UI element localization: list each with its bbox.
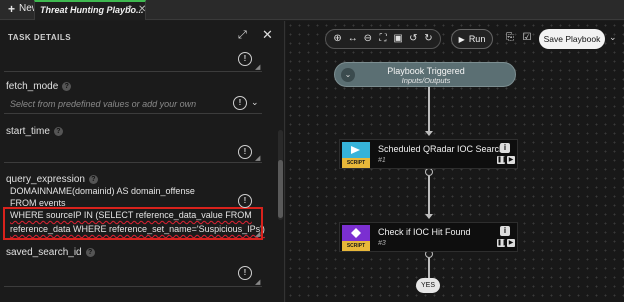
task-number: #1 bbox=[378, 157, 386, 164]
panel-title: TASK DETAILS bbox=[8, 33, 72, 42]
playbook-triggered-node[interactable]: ⌄ Playbook Triggered Inputs/Outputs bbox=[334, 62, 516, 87]
info-icon[interactable]: ! bbox=[238, 194, 252, 208]
help-icon[interactable]: ? bbox=[53, 127, 63, 136]
trigger-subtitle: Inputs/Outputs bbox=[401, 76, 451, 85]
task-title: Scheduled QRadar IOC Search bbox=[378, 144, 505, 154]
task-node[interactable]: SCRIPT Scheduled QRadar IOC Search #1 i … bbox=[339, 139, 518, 169]
highlight-annotation bbox=[3, 207, 263, 240]
redo-icon[interactable]: ↻ bbox=[422, 33, 434, 45]
save-playbook-button[interactable]: Save Playbook bbox=[539, 29, 605, 49]
checklist-icon[interactable]: ☑ bbox=[520, 30, 534, 46]
task-color-block bbox=[342, 225, 370, 241]
fit-width-icon[interactable]: ↔ bbox=[347, 33, 359, 45]
run-button[interactable]: ▶ Run bbox=[451, 29, 493, 49]
script-task-icon: SCRIPT bbox=[342, 142, 370, 168]
arrow-down-icon bbox=[425, 214, 433, 219]
tab-threat-hunting-playbook[interactable]: Threat Hunting Playbo... * ✕ bbox=[34, 0, 146, 20]
help-icon[interactable]: ? bbox=[85, 248, 95, 257]
previous-field-input[interactable] bbox=[4, 46, 262, 72]
scrollbar-thumb[interactable] bbox=[278, 160, 283, 218]
plus-icon: + bbox=[8, 1, 16, 16]
help-icon[interactable]: ? bbox=[88, 175, 98, 184]
fetch-mode-label: fetch_mode ? bbox=[6, 81, 72, 92]
connector-line bbox=[428, 87, 430, 131]
image-icon[interactable]: ▣ bbox=[392, 33, 404, 45]
info-icon[interactable]: ! bbox=[238, 266, 252, 280]
info-icon[interactable]: i bbox=[500, 143, 510, 153]
notes-icon[interactable]: ⎘ bbox=[503, 30, 517, 46]
chevron-down-icon[interactable]: ⌄ bbox=[251, 97, 259, 108]
info-icon[interactable]: i bbox=[500, 226, 510, 236]
zoom-in-icon[interactable]: ⊕ bbox=[332, 33, 344, 45]
task-title: Check if IOC Hit Found bbox=[378, 227, 471, 237]
info-icon[interactable]: ! bbox=[233, 96, 247, 110]
play-icon: ▶ bbox=[458, 34, 465, 44]
skip-icon[interactable]: ▶ bbox=[507, 156, 515, 164]
close-icon[interactable]: ✕ bbox=[262, 28, 273, 41]
fetch-mode-select[interactable]: Select from predefined values or add you… bbox=[4, 93, 262, 114]
info-icon[interactable]: ! bbox=[238, 145, 252, 159]
pause-icon[interactable]: ❚❚ bbox=[497, 239, 507, 247]
connector-dot[interactable] bbox=[425, 168, 433, 176]
fetch-mode-placeholder: Select from predefined values or add you… bbox=[10, 99, 197, 109]
saved-search-id-label: saved_search_id ? bbox=[6, 247, 95, 258]
info-icon[interactable]: ! bbox=[238, 52, 252, 66]
run-label: Run bbox=[468, 34, 486, 44]
chevron-down-icon[interactable]: ⌄ bbox=[609, 32, 617, 43]
unsaved-indicator: * bbox=[128, 4, 132, 15]
connector-line bbox=[428, 258, 430, 278]
script-badge: SCRIPT bbox=[342, 241, 370, 251]
undo-icon[interactable]: ↺ bbox=[407, 33, 419, 45]
close-icon[interactable]: ✕ bbox=[138, 4, 146, 15]
arrow-down-icon bbox=[425, 131, 433, 136]
pause-icon[interactable]: ❚❚ bbox=[497, 156, 507, 164]
resize-handle-icon[interactable]: ◢ bbox=[255, 64, 261, 71]
task-color-block bbox=[342, 142, 370, 158]
task-node[interactable]: SCRIPT Check if IOC Hit Found #3 i ❚❚ ▶ bbox=[339, 222, 518, 252]
connector-line bbox=[428, 176, 430, 214]
resize-handle-icon[interactable]: ◢ bbox=[255, 155, 261, 162]
query-line: DOMAINNAME(domainid) AS domain_offense bbox=[10, 186, 195, 196]
yes-condition-badge[interactable]: YES bbox=[416, 278, 440, 293]
query-expression-label: query_expression ? bbox=[6, 174, 98, 185]
saved-search-id-input[interactable] bbox=[4, 259, 262, 287]
fit-screen-icon[interactable]: ⛶ bbox=[377, 33, 389, 45]
help-icon[interactable]: ? bbox=[62, 82, 72, 91]
tab-bar: + New Threat Hunting Playbo... * ✕ bbox=[0, 0, 624, 20]
expand-icon[interactable]: ⤢ bbox=[238, 29, 250, 41]
resize-handle-icon[interactable]: ◢ bbox=[255, 279, 261, 286]
trigger-title: Playbook Triggered bbox=[387, 66, 465, 76]
start-time-label: start_time ? bbox=[6, 126, 63, 137]
resize-handle-icon[interactable]: ◢ bbox=[255, 231, 261, 238]
start-time-input[interactable] bbox=[4, 138, 262, 163]
skip-icon[interactable]: ▶ bbox=[507, 239, 515, 247]
task-number: #3 bbox=[378, 240, 386, 247]
script-badge: SCRIPT bbox=[342, 158, 370, 168]
zoom-out-icon[interactable]: ⊖ bbox=[362, 33, 374, 45]
canvas-toolbar: ⊕ ↔ ⊖ ⛶ ▣ ↺ ↻ bbox=[325, 29, 441, 49]
script-task-icon: SCRIPT bbox=[342, 225, 370, 251]
